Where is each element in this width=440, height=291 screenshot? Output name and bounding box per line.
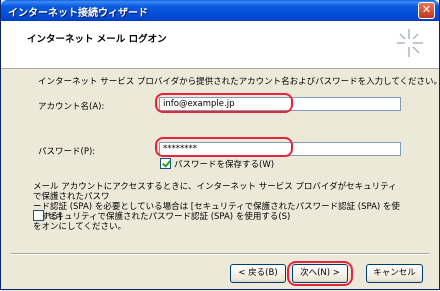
window-title: インターネット接続ウィザード xyxy=(8,8,148,19)
save-password-accel: (W) xyxy=(259,160,275,170)
account-label: アカウント名(A): xyxy=(38,100,104,112)
spa-note-line: メール アカウントにアクセスするときに、インターネット サービス プロバイダがセ… xyxy=(33,182,397,202)
back-button[interactable]: < 戻る(B) xyxy=(230,264,286,283)
spa-label[interactable]: セキュリティで保護されたパスワード認証 (SPA) を使用する(S) xyxy=(47,210,290,222)
spa-label-text: セキュリティで保護されたパスワード認証 (SPA) を使用する xyxy=(47,212,279,222)
wizard-header: インターネット メール ログオン xyxy=(1,21,439,69)
cancel-button[interactable]: キャンセル xyxy=(366,264,423,283)
close-button[interactable]: ✕ xyxy=(418,2,435,19)
spa-accel: (S) xyxy=(278,212,291,222)
wizard-sparkle-icon xyxy=(397,29,423,57)
title-bar[interactable]: インターネット接続ウィザード ✕ xyxy=(1,0,439,21)
save-password-label[interactable]: パスワードを保存する(W) xyxy=(174,158,274,170)
spa-note: メール アカウントにアクセスするときに、インターネット サービス プロバイダがセ… xyxy=(33,182,403,232)
spa-checkbox[interactable] xyxy=(33,210,44,221)
password-highlight xyxy=(155,137,293,157)
save-password-label-text: パスワードを保存する xyxy=(174,160,260,170)
account-label-text: アカウント名 xyxy=(38,102,90,112)
password-label: パスワード(P): xyxy=(38,145,95,157)
wizard-window: インターネット接続ウィザード ✕ インターネット メール ログオン インターネッ… xyxy=(0,0,440,290)
password-label-text: パスワード xyxy=(38,147,81,157)
close-icon: ✕ xyxy=(421,3,432,16)
account-label-accel: (A): xyxy=(89,102,105,112)
save-password-checkbox[interactable] xyxy=(160,158,171,169)
intro-text: インターネット サービス プロバイダから提供されたアカウント名およびパスワードを… xyxy=(38,77,440,87)
spa-note-line: をオンにしてください。 xyxy=(33,222,126,232)
account-highlight xyxy=(155,93,293,113)
password-label-accel: (P): xyxy=(80,147,96,157)
next-highlight xyxy=(287,261,353,286)
button-separator xyxy=(11,253,429,255)
page-title: インターネット メール ログオン xyxy=(27,34,167,45)
